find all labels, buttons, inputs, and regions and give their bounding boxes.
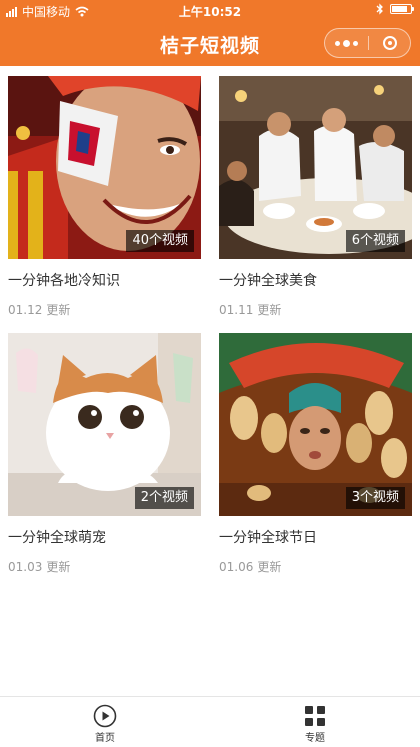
grid-icon <box>305 706 325 726</box>
tab-topics-label: 专题 <box>305 733 325 744</box>
update-date: 01.11 <box>219 303 254 317</box>
bluetooth-icon <box>376 3 383 15</box>
update-date: 01.12 <box>8 303 43 317</box>
status-time: 上午10:52 <box>178 5 242 19</box>
topic-card[interactable]: 6个视频 一分钟全球美食 01.11 更新 <box>219 76 412 318</box>
tab-home-label: 首页 <box>95 733 115 744</box>
close-mini-program-button[interactable] <box>369 29 411 57</box>
video-count-badge: 2个视频 <box>134 487 194 509</box>
topic-card[interactable]: 40个视频 一分钟各地冷知识 01.12 更新 <box>8 76 201 318</box>
update-label: 更新 <box>46 303 71 317</box>
video-count-badge: 40个视频 <box>126 230 194 252</box>
topic-thumbnail[interactable]: 40个视频 <box>8 76 201 259</box>
mini-program-capsule <box>324 28 411 58</box>
topic-card[interactable]: 3个视频 一分钟全球节日 01.06 更新 <box>219 333 412 575</box>
update-label: 更新 <box>46 560 71 574</box>
topic-title[interactable]: 一分钟全球萌宠 <box>8 529 201 547</box>
update-label: 更新 <box>257 303 282 317</box>
status-bar: 中国移动 上午10:52 <box>0 0 420 22</box>
topic-thumbnail[interactable]: 2个视频 <box>8 333 201 516</box>
target-icon <box>383 36 397 50</box>
top-bar: 中国移动 上午10:52 桔子短视频 <box>0 0 420 66</box>
topic-update-info: 01.12 更新 <box>8 302 201 318</box>
more-menu-button[interactable] <box>325 29 368 57</box>
update-date: 01.03 <box>8 560 43 574</box>
video-count-badge: 6个视频 <box>345 230 405 252</box>
topic-card[interactable]: 2个视频 一分钟全球萌宠 01.03 更新 <box>8 333 201 575</box>
update-date: 01.06 <box>219 560 254 574</box>
play-circle-icon <box>93 704 117 728</box>
topic-update-info: 01.03 更新 <box>8 559 201 575</box>
nav-bar: 桔子短视频 <box>0 22 420 66</box>
topic-title[interactable]: 一分钟全球美食 <box>219 272 412 290</box>
topic-thumbnail[interactable]: 3个视频 <box>219 333 412 516</box>
video-count-badge: 3个视频 <box>345 487 405 509</box>
update-label: 更新 <box>257 560 282 574</box>
topic-update-info: 01.11 更新 <box>219 302 412 318</box>
topic-title[interactable]: 一分钟全球节日 <box>219 529 412 547</box>
tab-bar: 首页 专题 <box>0 696 420 747</box>
topic-title[interactable]: 一分钟各地冷知识 <box>8 272 201 290</box>
tab-home[interactable]: 首页 <box>70 704 140 744</box>
battery-icon <box>390 4 414 14</box>
topic-thumbnail[interactable]: 6个视频 <box>219 76 412 259</box>
tab-topics[interactable]: 专题 <box>280 704 350 744</box>
topic-update-info: 01.06 更新 <box>219 559 412 575</box>
